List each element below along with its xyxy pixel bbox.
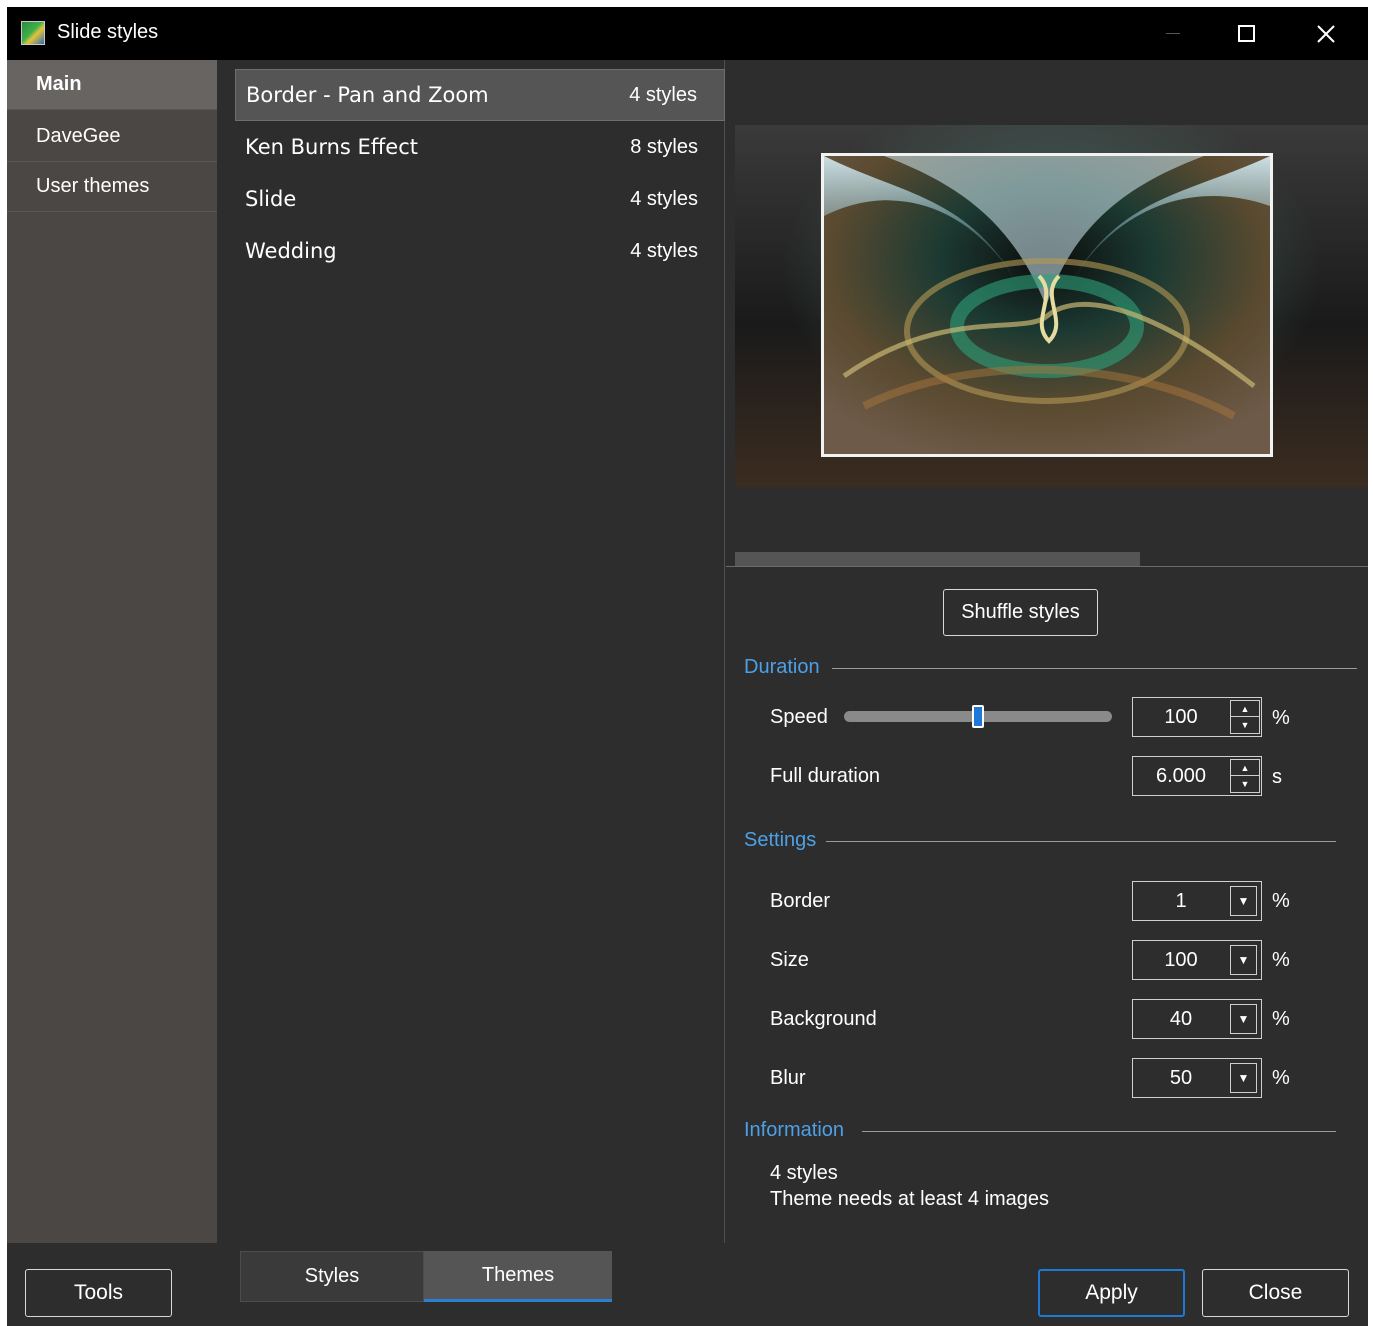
theme-name: Slide xyxy=(245,187,297,211)
divider xyxy=(862,1131,1336,1132)
border-unit: % xyxy=(1272,890,1290,912)
blur-combo[interactable]: 50 ▼ xyxy=(1132,1058,1262,1098)
scrollbar-thumb[interactable] xyxy=(735,552,1141,566)
preview-scrollbar[interactable] xyxy=(735,552,1368,566)
full-duration-unit: s xyxy=(1272,766,1282,788)
full-duration-value: 6.000 xyxy=(1155,764,1207,787)
theme-list: Border - Pan and Zoom 4 styles Ken Burns… xyxy=(217,60,725,1243)
theme-name: Wedding xyxy=(245,239,337,263)
theme-count: 8 styles xyxy=(630,135,698,158)
information-group-title: Information xyxy=(744,1119,845,1141)
list-item[interactable]: Slide 4 styles xyxy=(235,173,725,225)
list-item[interactable]: Wedding 4 styles xyxy=(235,225,725,277)
close-icon xyxy=(1317,24,1335,43)
theme-count: 4 styles xyxy=(630,187,698,210)
spin-up-button[interactable]: ▲ xyxy=(1231,760,1259,776)
full-duration-spinbox[interactable]: 6.000 ▲ ▼ xyxy=(1132,756,1262,796)
full-duration-label: Full duration xyxy=(770,765,881,787)
info-style-count: 4 styles xyxy=(770,1162,838,1184)
divider xyxy=(832,668,1357,669)
dropdown-arrow-icon[interactable]: ▼ xyxy=(1230,1063,1257,1093)
speed-value: 100 xyxy=(1164,705,1198,728)
bottom-bar: Tools Styles Themes Apply Close xyxy=(7,1243,1368,1326)
duration-group-title: Duration xyxy=(744,656,820,678)
tools-button[interactable]: Tools xyxy=(25,1269,172,1317)
list-item[interactable]: Border - Pan and Zoom 4 styles xyxy=(235,69,725,121)
size-value: 100 xyxy=(1164,948,1198,971)
sidebar-item-user-themes[interactable]: User themes xyxy=(7,162,217,212)
preview-image xyxy=(821,153,1273,457)
preview-background xyxy=(735,125,1368,487)
settings-group-title: Settings xyxy=(744,829,817,851)
theme-name: Ken Burns Effect xyxy=(245,135,418,159)
minimize-icon xyxy=(1166,33,1180,34)
theme-name: Border - Pan and Zoom xyxy=(246,83,489,107)
theme-count: 4 styles xyxy=(630,239,698,262)
background-value: 40 xyxy=(1169,1007,1193,1030)
size-unit: % xyxy=(1272,949,1290,971)
speed-label: Speed xyxy=(770,706,828,728)
title-bar: Slide styles xyxy=(7,7,1368,60)
apply-button[interactable]: Apply xyxy=(1038,1269,1185,1317)
blur-label: Blur xyxy=(770,1067,806,1089)
speed-unit: % xyxy=(1272,707,1290,729)
sidebar-item-davegee[interactable]: DaveGee xyxy=(7,112,217,162)
list-item[interactable]: Ken Burns Effect 8 styles xyxy=(235,121,725,173)
border-combo[interactable]: 1 ▼ xyxy=(1132,881,1262,921)
slide-styles-window: Slide styles Main DaveGee User themes Bo… xyxy=(7,7,1368,1326)
size-combo[interactable]: 100 ▼ xyxy=(1132,940,1262,980)
tab-styles[interactable]: Styles xyxy=(240,1251,424,1302)
sidebar-item-main[interactable]: Main xyxy=(7,60,217,110)
dropdown-arrow-icon[interactable]: ▼ xyxy=(1230,1004,1257,1034)
info-requirement: Theme needs at least 4 images xyxy=(770,1188,1050,1210)
spin-down-button[interactable]: ▼ xyxy=(1231,717,1259,733)
dropdown-arrow-icon[interactable]: ▼ xyxy=(1230,886,1257,916)
size-label: Size xyxy=(770,949,809,971)
maximize-icon xyxy=(1237,25,1255,42)
close-window-button[interactable] xyxy=(1290,7,1362,60)
border-value: 1 xyxy=(1175,889,1187,912)
app-icon xyxy=(21,21,45,45)
window-title: Slide styles xyxy=(57,21,159,43)
preview-pane xyxy=(726,60,1368,567)
spin-buttons: ▲ ▼ xyxy=(1230,759,1260,793)
divider xyxy=(826,841,1336,842)
blur-unit: % xyxy=(1272,1067,1290,1089)
tab-themes[interactable]: Themes xyxy=(424,1251,612,1302)
spin-up-button[interactable]: ▲ xyxy=(1231,701,1259,717)
minimize-button[interactable] xyxy=(1137,7,1209,60)
background-label: Background xyxy=(770,1008,877,1030)
blur-value: 50 xyxy=(1169,1066,1193,1089)
sidebar-item-label: DaveGee xyxy=(36,125,121,147)
sidebar-item-label: User themes xyxy=(36,175,150,197)
speed-spinbox[interactable]: 100 ▲ ▼ xyxy=(1132,697,1262,737)
background-combo[interactable]: 40 ▼ xyxy=(1132,999,1262,1039)
shuffle-styles-button[interactable]: Shuffle styles xyxy=(943,589,1098,636)
dropdown-arrow-icon[interactable]: ▼ xyxy=(1230,945,1257,975)
speed-slider-thumb[interactable] xyxy=(972,705,984,728)
maximize-button[interactable] xyxy=(1210,7,1282,60)
close-button[interactable]: Close xyxy=(1202,1269,1349,1317)
spin-down-button[interactable]: ▼ xyxy=(1231,776,1259,792)
settings-pane: Shuffle styles Duration Speed 100 ▲ ▼ % … xyxy=(726,568,1368,1243)
spin-buttons: ▲ ▼ xyxy=(1230,700,1260,734)
sidebar-item-label: Main xyxy=(36,73,82,95)
border-label: Border xyxy=(770,890,831,912)
theme-count: 4 styles xyxy=(629,83,697,106)
category-sidebar: Main DaveGee User themes xyxy=(7,60,217,1243)
background-unit: % xyxy=(1272,1008,1290,1030)
